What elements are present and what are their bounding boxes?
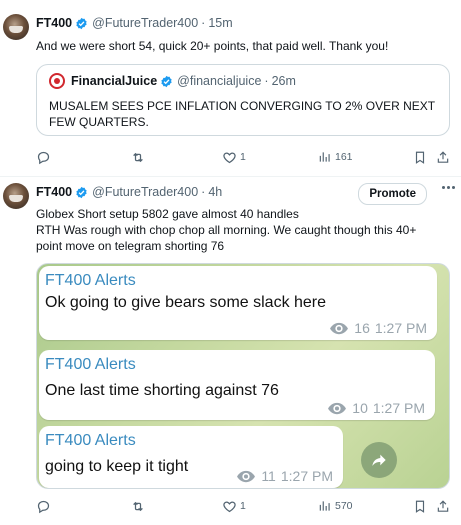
reply-button[interactable] — [36, 497, 54, 515]
tweet-2[interactable]: FT400 @FutureTrader400 · 4h Promote Glob… — [0, 177, 461, 525]
quoted-tweet[interactable]: FinancialJuice @financialjuice · 26m MUS… — [36, 64, 450, 136]
like-count: 1 — [240, 151, 246, 163]
forward-arrow-icon — [361, 442, 397, 478]
message-body: going to keep it tight — [45, 458, 189, 475]
separator-dot: · — [264, 74, 269, 88]
message-sender: FT400 Alerts — [45, 272, 136, 289]
tweet-text-line: Globex Short setup 5802 gave almost 40 h… — [36, 207, 299, 221]
message-time: 1:27 PM — [280, 468, 333, 484]
timestamp[interactable]: 15m — [208, 16, 232, 30]
views-count: 161 — [335, 151, 353, 163]
message-body: One last time shorting against 76 — [45, 382, 279, 399]
repost-icon — [133, 152, 143, 162]
separator-dot: · — [201, 16, 206, 30]
bookmark-icon — [415, 500, 425, 513]
share-icon — [437, 150, 449, 163]
tweet-1[interactable]: FT400 @FutureTrader400 · 15m And we were… — [0, 0, 461, 177]
telegram-message: FT400 Alerts One last time shorting agai… — [39, 350, 435, 420]
message-meta: 10 1:27 PM — [327, 400, 425, 416]
media-image[interactable]: FT400 Alerts Ok going to give bears some… — [36, 263, 450, 489]
eye-icon — [328, 402, 347, 414]
telegram-message: FT400 Alerts going to keep it tight 11 1… — [39, 426, 343, 488]
separator-dot: · — [201, 185, 206, 199]
message-sender: FT400 Alerts — [45, 432, 136, 449]
message-views: 10 — [352, 400, 368, 416]
promote-button[interactable]: Promote — [358, 183, 427, 205]
message-time: 1:27 PM — [372, 400, 425, 416]
tweet-text-line: RTH Was rough with chop chop all morning… — [36, 223, 417, 237]
heart-icon — [223, 500, 236, 512]
reply-icon — [37, 500, 50, 513]
quoted-avatar — [49, 73, 65, 89]
bookmark-button[interactable] — [413, 148, 427, 166]
timestamp[interactable]: 4h — [208, 185, 222, 199]
reply-button[interactable] — [36, 148, 54, 166]
analytics-icon — [319, 501, 330, 511]
share-icon — [437, 499, 449, 512]
bookmark-button[interactable] — [413, 497, 427, 515]
author-handle[interactable]: @FutureTrader400 — [92, 185, 198, 199]
heart-icon — [223, 151, 236, 163]
tweet-actions: 1 161 — [36, 148, 450, 166]
repost-button[interactable] — [130, 497, 149, 515]
repost-icon — [133, 501, 143, 511]
like-button[interactable]: 1 — [222, 497, 246, 515]
bookmark-icon — [415, 151, 425, 164]
author-handle[interactable]: @FutureTrader400 — [92, 16, 198, 30]
telegram-message: FT400 Alerts Ok going to give bears some… — [39, 266, 437, 340]
message-sender: FT400 Alerts — [45, 356, 136, 373]
verified-badge-icon — [160, 75, 173, 88]
quoted-text-line: MUSALEM SEES PCE INFLATION CONVERGING TO… — [49, 99, 436, 113]
eye-icon — [237, 470, 256, 482]
share-button[interactable] — [436, 148, 450, 166]
avatar[interactable] — [3, 183, 29, 209]
quoted-author-handle: @financialjuice — [177, 74, 262, 88]
message-body: Ok going to give bears some slack here — [45, 294, 327, 311]
quoted-tweet-header: FinancialJuice @financialjuice · 26m — [49, 73, 296, 89]
tweet-header: FT400 @FutureTrader400 · 4h — [36, 183, 222, 201]
avatar[interactable] — [3, 14, 29, 40]
like-count: 1 — [240, 500, 246, 512]
message-meta: 16 1:27 PM — [329, 320, 427, 336]
author-name[interactable]: FT400 — [36, 16, 72, 30]
quoted-author-name: FinancialJuice — [71, 74, 158, 88]
views-button[interactable]: 161 — [318, 148, 353, 166]
message-views: 11 — [261, 468, 276, 484]
analytics-icon — [319, 152, 330, 162]
more-options-icon[interactable] — [442, 186, 455, 189]
quoted-timestamp: 26m — [271, 74, 296, 88]
quoted-tweet-text: MUSALEM SEES PCE INFLATION CONVERGING TO… — [49, 98, 439, 130]
eye-icon — [330, 322, 349, 334]
tweet-text-line: And we were short 54, quick 20+ points, … — [36, 39, 389, 53]
verified-badge-icon — [75, 186, 88, 199]
tweet-text: Globex Short setup 5802 gave almost 40 h… — [36, 206, 446, 254]
message-meta: 11 1:27 PM — [236, 468, 333, 484]
views-button[interactable]: 570 — [318, 497, 353, 515]
verified-badge-icon — [75, 17, 88, 30]
message-time: 1:27 PM — [374, 320, 427, 336]
reply-icon — [37, 151, 50, 164]
like-button[interactable]: 1 — [222, 148, 246, 166]
share-button[interactable] — [436, 497, 450, 515]
tweet-text-line: point move on telegram shorting 76 — [36, 239, 225, 253]
message-views: 16 — [354, 320, 370, 336]
views-count: 570 — [335, 500, 353, 512]
tweet-header: FT400 @FutureTrader400 · 15m — [36, 14, 233, 32]
author-name[interactable]: FT400 — [36, 185, 72, 199]
tweet-text: And we were short 54, quick 20+ points, … — [36, 38, 446, 54]
tweet-actions: 1 570 — [36, 497, 450, 515]
repost-button[interactable] — [130, 148, 149, 166]
quoted-text-line: FEW QUARTERS. — [49, 115, 149, 129]
